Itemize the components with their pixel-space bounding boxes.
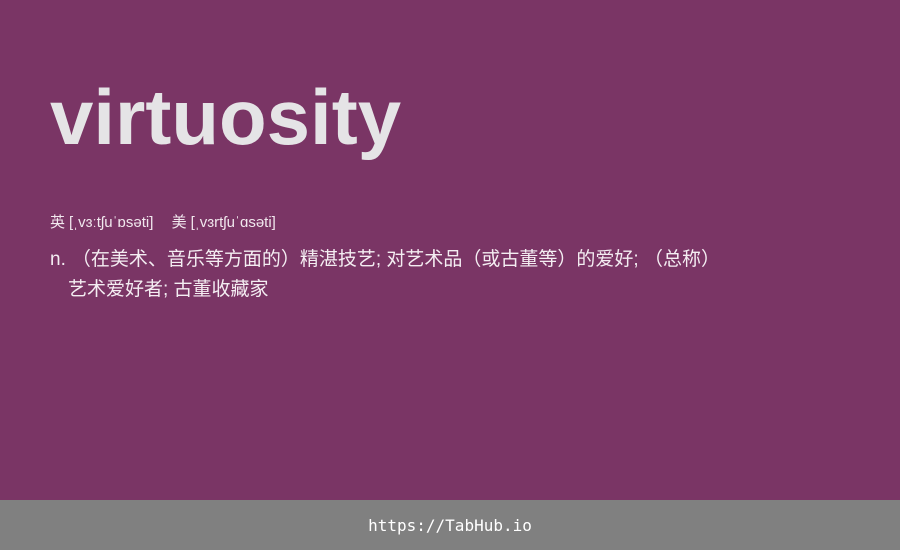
part-of-speech: n.: [50, 249, 66, 270]
footer-bar: https://TabHub.io: [0, 500, 900, 550]
headword: virtuosity: [50, 73, 402, 161]
definition-line-1: （在美术、音乐等方面的）精湛技艺; 对艺术品（或古董等）的爱好; （总称）: [71, 249, 720, 270]
definition: n. （在美术、音乐等方面的）精湛技艺; 对艺术品（或古董等）的爱好; （总称） …: [50, 245, 770, 305]
us-phonetic: 美 [ˌvɜrtʃuˈɑsəti]: [172, 214, 276, 231]
phonetics-row: 英 [ˌvɜːtʃuˈɒsəti] 美 [ˌvɜrtʃuˈɑsəti]: [50, 213, 290, 233]
uk-phonetic: 英 [ˌvɜːtʃuˈɒsəti]: [50, 214, 158, 231]
us-ipa: [ˌvɜrtʃuˈɑsəti]: [190, 214, 276, 231]
uk-label: 英: [50, 214, 66, 231]
uk-ipa: [ˌvɜːtʃuˈɒsəti]: [69, 214, 154, 231]
tabhub-link[interactable]: https://TabHub.io: [368, 516, 532, 535]
word-card: virtuosity 英 [ˌvɜːtʃuˈɒsəti] 美 [ˌvɜrtʃuˈɑs…: [0, 0, 900, 500]
definition-line-2: 艺术爱好者; 古董收藏家: [68, 279, 269, 300]
us-label: 美: [171, 214, 187, 231]
